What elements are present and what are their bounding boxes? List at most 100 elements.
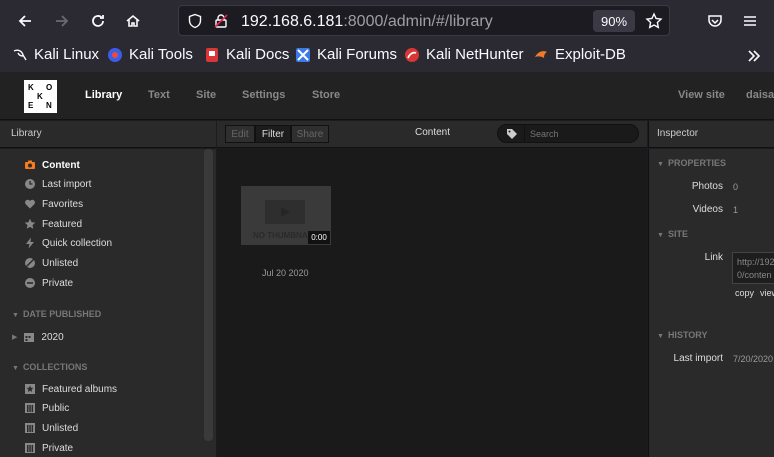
kali-tools-icon — [108, 47, 122, 62]
link-field[interactable]: http://192 0/conten — [732, 252, 774, 284]
logo-letter: K — [28, 83, 34, 92]
share-button[interactable]: Share — [291, 125, 329, 143]
hamburger-menu-icon[interactable] — [741, 12, 759, 30]
sidebar-item-unlisted[interactable]: Unlisted — [24, 257, 78, 269]
sidebar-item-private[interactable]: Private — [24, 277, 73, 289]
bookmark-label: Exploit-DB — [555, 46, 626, 63]
user-menu[interactable]: daisa — [746, 89, 774, 101]
copy-link[interactable]: copy — [735, 288, 754, 298]
home-button[interactable] — [120, 8, 146, 34]
nav-site[interactable]: Site — [196, 89, 216, 101]
last-import-value: 7/20/2020 — [733, 354, 774, 364]
url-host: 192.168.6.181 — [241, 13, 344, 30]
duration-badge: 0:00 — [308, 231, 330, 244]
site-section[interactable]: ▼ SITE — [657, 229, 688, 239]
caret-right-icon: ▶ — [12, 334, 18, 341]
reload-button[interactable] — [85, 8, 111, 34]
sidebar-item-public[interactable]: Public — [24, 402, 69, 414]
heart-icon — [24, 198, 36, 210]
section-title: DATE PUBLISHED — [22, 309, 102, 319]
sidebar-item-label: Favorites — [42, 198, 84, 210]
link-value-line1: http://192 — [737, 257, 774, 267]
bookmark-kali-tools[interactable]: Kali Tools — [107, 46, 193, 63]
sidebar-item-last-import[interactable]: Last import — [24, 178, 91, 190]
date-published-section[interactable]: ▼ DATE PUBLISHED — [12, 309, 101, 319]
sidebar-item-content[interactable]: Content — [24, 159, 80, 171]
shield-icon[interactable] — [187, 13, 203, 29]
private-icon — [24, 277, 36, 289]
sidebar-item-favorites[interactable]: Favorites — [24, 198, 83, 210]
url-text[interactable]: 192.168.6.181:8000/admin/#/library — [241, 13, 493, 31]
clock-icon — [24, 178, 36, 190]
chevron-double-right-icon[interactable] — [746, 48, 762, 64]
sidebar-item-label: Featured — [42, 218, 83, 230]
filter-button[interactable]: Filter — [255, 125, 291, 143]
kali-nethunter-icon — [405, 47, 419, 62]
forward-button[interactable] — [49, 8, 75, 34]
nav-text[interactable]: Text — [148, 89, 170, 101]
sidebar-item-year-2020[interactable]: ▶ 2020 — [12, 331, 64, 343]
photos-value: 0 — [733, 182, 739, 192]
zoom-level-button[interactable]: 90% — [593, 10, 635, 32]
kali-forums-icon — [296, 47, 310, 62]
kali-dragon-icon — [13, 49, 27, 60]
collections-section[interactable]: ▼ COLLECTIONS — [12, 362, 87, 372]
url-path: :8000/admin/#/library — [343, 13, 493, 30]
bookmark-label: Kali Forums — [317, 46, 398, 63]
star-bookmark-icon[interactable] — [645, 12, 663, 30]
media-thumbnail[interactable]: NO THUMBNAIL 0:00 — [241, 186, 331, 245]
sidebar-item-featured-albums[interactable]: Featured albums — [24, 383, 117, 395]
logo-letter: O — [46, 83, 53, 92]
koken-logo[interactable]: K O K E N — [24, 80, 57, 113]
search-divider — [524, 125, 525, 142]
search-field[interactable] — [497, 124, 639, 143]
browser-toolbar: 192.168.6.181:8000/admin/#/library 90% K… — [0, 0, 774, 72]
address-bar[interactable]: 192.168.6.181:8000/admin/#/library 90% — [178, 5, 670, 36]
media-date: Jul 20 2020 — [262, 268, 309, 278]
sidebar-item-label: Unlisted — [42, 257, 79, 269]
no-thumbnail-text: NO THUMBNAIL — [253, 231, 315, 240]
library-sidebar: Content Last import Favorites Featured Q… — [0, 149, 216, 457]
featured-albums-icon — [24, 383, 36, 395]
sidebar-item-quick-collection[interactable]: Quick collection — [24, 237, 112, 249]
bookmark-kali-nethunter[interactable]: Kali NetHunter — [404, 46, 524, 63]
library-title: Library — [11, 128, 42, 139]
public-icon — [24, 402, 36, 414]
nav-library[interactable]: Library — [85, 89, 122, 101]
logo-letter: K — [37, 92, 43, 101]
inspector-header: Inspector — [648, 121, 774, 148]
bookmark-kali-docs[interactable]: Kali Docs — [204, 46, 289, 63]
sidebar-item-label: Unlisted — [42, 422, 79, 434]
history-section[interactable]: ▼ HISTORY — [657, 330, 707, 340]
caret-down-icon: ▼ — [657, 333, 664, 340]
view-site-link[interactable]: View site — [678, 89, 725, 101]
back-button[interactable] — [12, 8, 38, 34]
logo-letter: E — [28, 101, 34, 110]
nav-settings[interactable]: Settings — [242, 89, 285, 101]
photos-label: Photos — [691, 181, 723, 192]
bookmark-kali-forums[interactable]: Kali Forums — [295, 46, 397, 63]
tag-icon[interactable] — [506, 128, 518, 140]
edit-button[interactable]: Edit — [225, 125, 255, 143]
star-icon — [24, 218, 36, 230]
bookmark-kali-linux[interactable]: Kali Linux — [12, 46, 99, 63]
insecure-lock-icon[interactable] — [213, 13, 229, 29]
logo-letter: N — [46, 101, 52, 110]
sidebar-scrollbar[interactable] — [204, 149, 213, 441]
sidebar-item-private-albums[interactable]: Private — [24, 442, 73, 454]
calendar-icon — [23, 331, 35, 343]
videos-label: Videos — [692, 204, 723, 215]
pocket-icon[interactable] — [706, 12, 724, 30]
properties-section[interactable]: ▼ PROPERTIES — [657, 158, 726, 168]
view-link[interactable]: view — [760, 288, 774, 298]
camera-icon — [24, 159, 36, 171]
sidebar-item-featured[interactable]: Featured — [24, 218, 82, 230]
sidebar-item-unlisted-albums[interactable]: Unlisted — [24, 422, 78, 434]
content-title: Content — [415, 127, 451, 138]
bookmark-exploit-db[interactable]: Exploit-DB — [533, 46, 626, 63]
home-icon — [126, 14, 140, 27]
bookmark-label: Kali NetHunter — [426, 46, 524, 63]
bookmark-label: Kali Tools — [129, 46, 193, 63]
nav-store[interactable]: Store — [312, 89, 340, 101]
search-input[interactable] — [530, 127, 630, 140]
